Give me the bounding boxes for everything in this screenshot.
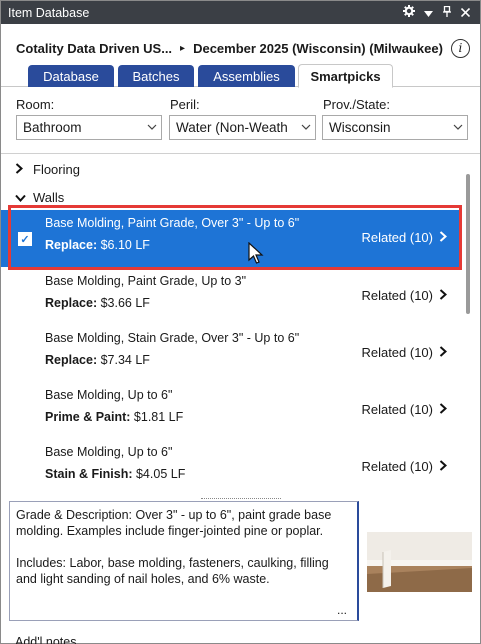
scrollbar-thumb[interactable]: [466, 174, 470, 314]
gear-icon[interactable]: [403, 5, 415, 20]
room-label: Room:: [16, 97, 55, 112]
chevron-down-icon: [15, 191, 26, 205]
tab-assemblies[interactable]: Assemblies: [198, 65, 295, 87]
chevron-right-icon: [439, 459, 447, 474]
related-label: Related (10): [361, 345, 433, 360]
close-icon[interactable]: [460, 6, 471, 20]
chevron-right-icon: [439, 230, 447, 245]
chevron-right-icon: [439, 402, 447, 417]
list-item[interactable]: ✓ Base Molding, Paint Grade, Over 3" - U…: [1, 210, 461, 267]
source-label[interactable]: Cotality Data Driven US...: [16, 41, 172, 56]
group-label: Flooring: [33, 162, 80, 177]
group-walls[interactable]: Walls: [15, 190, 64, 205]
item-action: Replace:: [45, 296, 98, 310]
smartpicks-list: Flooring Walls ✓ Base Molding, Paint Gra…: [1, 153, 480, 498]
related-link[interactable]: Related (10): [361, 230, 447, 245]
list-item[interactable]: Base Molding, Up to 6" Stain & Finish: $…: [1, 439, 461, 496]
chevron-right-icon: [439, 345, 447, 360]
dropdown-menu-icon[interactable]: [424, 6, 433, 20]
item-price: Replace: $7.34 LF: [45, 353, 150, 367]
checkbox[interactable]: ✓: [18, 232, 32, 246]
window-title: Item Database: [8, 5, 90, 20]
peril-select[interactable]: Water (Non-Weath: [169, 115, 316, 140]
room-select[interactable]: Bathroom: [16, 115, 162, 140]
state-select[interactable]: Wisconsin: [322, 115, 468, 140]
item-name: Base Molding, Paint Grade, Over 3" - Up …: [45, 216, 300, 230]
chevron-down-icon: [143, 122, 161, 133]
notes-label: Add'l notes: [15, 635, 77, 644]
related-link[interactable]: Related (10): [361, 345, 447, 360]
tab-smartpicks[interactable]: Smartpicks: [298, 64, 393, 88]
list-item[interactable]: Base Molding, Paint Grade, Up to 3" Repl…: [1, 268, 461, 325]
item-thumbnail[interactable]: [367, 502, 472, 620]
related-label: Related (10): [361, 402, 433, 417]
tab-batches[interactable]: Batches: [118, 65, 194, 87]
chevron-down-icon: [449, 122, 467, 133]
info-icon[interactable]: i: [450, 38, 470, 58]
room-select-value: Bathroom: [23, 120, 82, 135]
pricelist-label[interactable]: December 2025 (Wisconsin) (Milwaukee): [193, 41, 443, 56]
item-action: Stain & Finish:: [45, 467, 133, 481]
breadcrumb-separator: ▸: [180, 42, 186, 54]
related-link[interactable]: Related (10): [361, 459, 447, 474]
item-price-value: $7.34 LF: [100, 353, 150, 367]
item-price: Prime & Paint: $1.81 LF: [45, 410, 183, 424]
state-select-value: Wisconsin: [329, 120, 391, 135]
list-item[interactable]: Base Molding, Stain Grade, Over 3" - Up …: [1, 325, 461, 382]
title-bar-controls: [403, 5, 480, 20]
peril-label: Peril:: [170, 97, 200, 112]
item-price-value: $6.10 LF: [100, 238, 150, 252]
more-button[interactable]: ...: [337, 602, 347, 618]
list-item[interactable]: Base Molding, Up to 6" Prime & Paint: $1…: [1, 382, 461, 439]
related-label: Related (10): [361, 459, 433, 474]
chevron-right-icon: [15, 162, 25, 177]
related-link[interactable]: Related (10): [361, 288, 447, 303]
description-text: Grade & Description: Over 3" - up to 6",…: [16, 508, 332, 538]
group-flooring[interactable]: Flooring: [15, 162, 80, 177]
pricelist-breadcrumb: Cotality Data Driven US... ▸ December 20…: [16, 37, 476, 59]
item-price-value: $1.81 LF: [133, 410, 184, 424]
peril-select-value: Water (Non-Weath: [176, 120, 288, 135]
chevron-down-icon: [297, 122, 315, 133]
item-name: Base Molding, Stain Grade, Over 3" - Up …: [45, 331, 300, 345]
item-database-panel: Item Database Cotality Data Driven US...…: [0, 0, 481, 644]
item-price-value: $4.05 LF: [135, 467, 186, 481]
related-link[interactable]: Related (10): [361, 402, 447, 417]
state-label: Prov./State:: [323, 97, 390, 112]
chevron-right-icon: [439, 288, 447, 303]
tab-strip: Database Batches Assemblies Smartpicks: [1, 63, 480, 88]
item-price: Replace: $3.66 LF: [45, 296, 150, 310]
item-name: Base Molding, Paint Grade, Up to 3": [45, 274, 247, 288]
item-price-value: $3.66 LF: [100, 296, 150, 310]
tab-database[interactable]: Database: [28, 65, 114, 87]
item-price: Stain & Finish: $4.05 LF: [45, 467, 185, 481]
item-price: Replace: $6.10 LF: [45, 238, 150, 252]
related-label: Related (10): [361, 230, 433, 245]
related-label: Related (10): [361, 288, 433, 303]
includes-text: Includes: Labor, base molding, fasteners…: [16, 556, 329, 586]
item-name: Base Molding, Up to 6": [45, 445, 173, 459]
item-name: Base Molding, Up to 6": [45, 388, 173, 402]
item-action: Replace:: [45, 238, 98, 252]
item-action: Prime & Paint:: [45, 410, 131, 424]
item-action: Replace:: [45, 353, 98, 367]
title-bar: Item Database: [1, 1, 480, 24]
mouse-cursor-icon: [248, 242, 264, 264]
group-label: Walls: [33, 190, 65, 205]
item-description-panel: Grade & Description: Over 3" - up to 6",…: [9, 501, 359, 621]
pin-icon[interactable]: [442, 5, 452, 20]
